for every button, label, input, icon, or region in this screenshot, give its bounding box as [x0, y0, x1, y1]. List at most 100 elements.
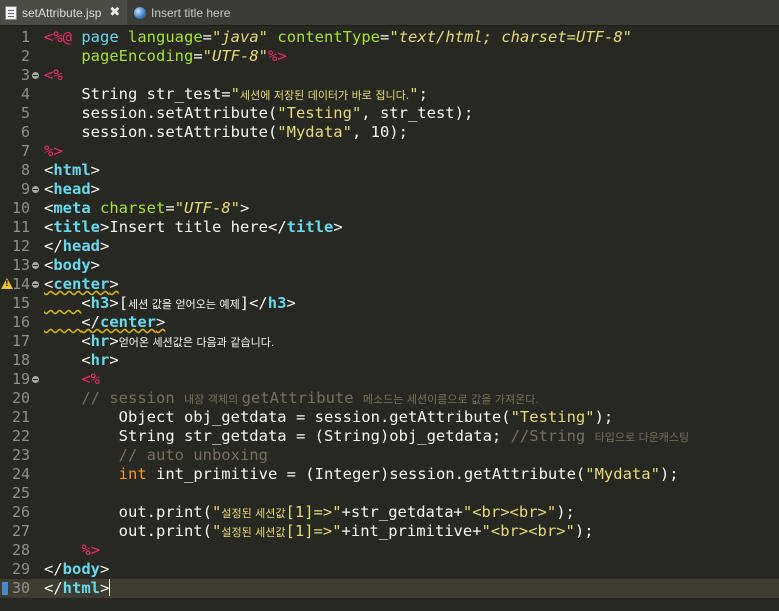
bracket: >: [100, 237, 110, 255]
line-number: 18: [11, 351, 30, 369]
code-line-29: 29 </body>: [0, 560, 779, 579]
tag-name: html: [53, 161, 91, 179]
line-number: 25: [11, 484, 30, 502]
tag-name: meta: [53, 199, 91, 217]
line-number: 24: [11, 465, 30, 483]
bracket: </: [44, 560, 63, 578]
code-line-10: 10 <meta charset="UTF-8">: [0, 199, 779, 218]
line-number: 10: [11, 199, 30, 217]
line-number: 16: [11, 313, 30, 331]
code-line-18: 18 <hr>: [0, 351, 779, 370]
code-text: out.print(: [118, 522, 212, 540]
bracket: >: [109, 275, 119, 293]
tag-name: center: [53, 275, 110, 293]
directive-name: page: [81, 28, 119, 46]
code-line-23: 23 // auto unboxing: [0, 446, 779, 465]
bracket: >: [333, 218, 343, 236]
code-line-6: 6 session.setAttribute("Mydata", 10);: [0, 123, 779, 142]
tab-setattribute-jsp[interactable]: setAttribute.jsp ✖: [0, 0, 127, 25]
bracket: >: [90, 256, 101, 274]
code-editor[interactable]: 1 <%@ page language="java" contentType="…: [0, 26, 779, 611]
bracket: <: [44, 199, 54, 217]
attr-language: language: [128, 28, 203, 46]
string-korean: 설정된 세션값: [221, 526, 286, 539]
bracket: >: [109, 332, 119, 350]
code-line-7: 7 %>: [0, 142, 779, 161]
tag-name: body: [53, 256, 91, 274]
tab-insert-title-here[interactable]: Insert title here: [128, 0, 268, 25]
editor-tab-bar: setAttribute.jsp ✖ Insert title here: [0, 0, 779, 26]
jsp-close: %>: [267, 47, 287, 65]
string-literal: "Mydata": [585, 465, 660, 483]
comment: // auto unboxing: [118, 446, 268, 464]
bracket: <: [81, 351, 91, 369]
globe-icon: [134, 6, 146, 19]
jsp-file-icon: [5, 5, 17, 20]
code-line-9: 9 <head>: [0, 180, 779, 199]
comment-korean: 내장 객체의: [183, 393, 242, 406]
attr-charset: charset: [100, 199, 166, 217]
line-number: 4: [20, 85, 30, 103]
equals: =: [380, 28, 390, 46]
title-text: Insert title here: [109, 218, 268, 236]
fold-toggle-icon[interactable]: [32, 281, 39, 288]
text-cursor: [109, 579, 111, 596]
code-text: +int_primitive+: [341, 522, 482, 540]
fold-toggle-icon[interactable]: [32, 72, 39, 79]
code-line-26: 26 out.print("설정된 세션값[1]=>"+str_getdata+…: [0, 503, 779, 522]
bracket: <: [44, 161, 54, 179]
bracket-text: [: [118, 294, 129, 312]
line-number: 22: [11, 427, 30, 445]
code-line-11: 11 <title>Insert title here</title>: [0, 218, 779, 237]
comment: // session: [81, 389, 184, 407]
tag-name: head: [62, 237, 100, 255]
bracket: </: [249, 294, 268, 312]
bracket: >: [240, 199, 250, 217]
line-number: 13: [11, 256, 30, 274]
bracket: </: [81, 313, 100, 331]
bracket: >: [90, 161, 101, 179]
tag-name: html: [62, 579, 100, 597]
line-number: 14: [11, 275, 30, 293]
code-text: );: [556, 503, 575, 521]
string-quote: ": [409, 85, 419, 103]
code-text: String str_test=: [81, 85, 231, 103]
fold-toggle-icon[interactable]: [32, 376, 39, 383]
code-line-30-current: 30 </html>: [0, 579, 779, 598]
bracket: <: [44, 180, 54, 198]
bracket-text: ]: [239, 294, 250, 312]
code-line-3: 3 <%: [0, 66, 779, 85]
string-quote: ": [211, 522, 222, 540]
jsp-directive-open: <%@: [44, 28, 72, 46]
line-number: 12: [11, 237, 30, 255]
bracket: </: [268, 218, 287, 236]
string-literal: "Testing": [277, 104, 362, 122]
tab-label: setAttribute.jsp: [22, 5, 102, 20]
line-number: 21: [11, 408, 30, 426]
line-number: 5: [20, 104, 30, 122]
body-text: 얻어온 세션값은 다음과 같습니다.: [118, 336, 275, 349]
line-number: 6: [20, 123, 30, 141]
line-number: 1: [20, 28, 30, 46]
fold-toggle-icon[interactable]: [32, 262, 39, 269]
tag-name: center: [100, 313, 156, 331]
string-literal: "Testing": [510, 408, 595, 426]
equals: =: [202, 28, 213, 46]
fold-toggle-icon[interactable]: [32, 186, 39, 193]
comment-korean: 타입으로 다운캐스팅: [594, 431, 690, 444]
close-icon[interactable]: ✖: [109, 5, 120, 20]
code-text: );: [574, 522, 594, 540]
keyword-int: int: [118, 465, 147, 483]
attr-value: "text/html; charset=UTF-8": [389, 28, 632, 46]
line-number: 26: [11, 503, 30, 521]
code-line-28: 28 %>: [0, 541, 779, 560]
warning-underline: <center>: [44, 275, 119, 293]
code-text: ;: [418, 85, 428, 103]
code-text: );: [389, 123, 408, 141]
code-line-20: 20 // session 내장 객체의 getAttribute 메소드는 세…: [0, 389, 779, 408]
code-line-4: 4 String str_test="세션에 저장된 데이터가 바로 접니다."…: [0, 85, 779, 104]
scriptlet-close: %>: [44, 142, 63, 160]
string-korean: 세션에 저장된 데이터가 바로 접니다.: [239, 89, 410, 102]
bracket: >: [100, 560, 110, 578]
code-line-25: 25: [0, 484, 779, 503]
